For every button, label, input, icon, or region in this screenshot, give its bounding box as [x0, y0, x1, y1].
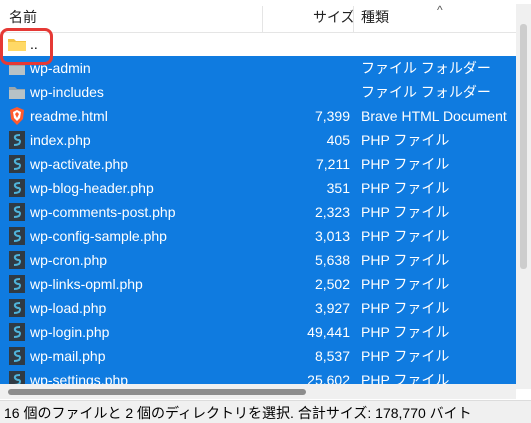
php-file-icon — [8, 178, 26, 198]
file-type: Brave HTML Document — [361, 108, 507, 124]
file-row[interactable]: wp-login.php 49,441 PHP ファイル — [0, 320, 516, 344]
file-type: PHP ファイル — [361, 156, 450, 172]
file-row[interactable]: wp-blog-header.php 351 PHP ファイル — [0, 176, 516, 200]
file-type: PHP ファイル — [361, 300, 450, 316]
file-row[interactable]: wp-activate.php 7,211 PHP ファイル — [0, 152, 516, 176]
file-name: wp-load.php — [30, 300, 107, 316]
file-name: wp-links-opml.php — [30, 276, 143, 292]
status-text: 16 個のファイルと 2 個のディレクトリを選択. 合計サイズ: 178,770… — [4, 405, 472, 421]
file-name: wp-cron.php — [30, 252, 108, 268]
file-name: index.php — [30, 132, 91, 148]
file-name: wp-activate.php — [30, 156, 129, 172]
file-type: PHP ファイル — [361, 372, 450, 384]
brave-html-icon — [8, 106, 26, 126]
php-file-icon — [8, 226, 26, 246]
file-type: PHP ファイル — [361, 132, 450, 148]
php-file-icon — [8, 346, 26, 366]
parent-directory-row[interactable]: .. — [0, 32, 516, 56]
file-row[interactable]: wp-admin ファイル フォルダー — [0, 56, 516, 80]
file-row[interactable]: wp-load.php 3,927 PHP ファイル — [0, 296, 516, 320]
file-size: 8,537 — [314, 348, 350, 364]
php-file-icon — [8, 298, 26, 318]
file-name: wp-includes — [30, 84, 104, 100]
horizontal-scroll-thumb[interactable] — [8, 389, 306, 395]
file-row[interactable]: wp-links-opml.php 2,502 PHP ファイル — [0, 272, 516, 296]
file-name: readme.html — [30, 108, 108, 124]
file-size: 25,602 — [307, 372, 350, 384]
file-size: 49,441 — [307, 324, 350, 340]
file-row[interactable]: wp-includes ファイル フォルダー — [0, 80, 516, 104]
file-type: PHP ファイル — [361, 276, 450, 292]
file-type: ファイル フォルダー — [361, 84, 491, 100]
file-row[interactable]: index.php 405 PHP ファイル — [0, 128, 516, 152]
file-row[interactable]: wp-settings.php 25,602 PHP ファイル — [0, 368, 516, 384]
column-type-header[interactable]: 種類 — [361, 4, 389, 32]
column-divider[interactable] — [353, 6, 354, 32]
php-file-icon — [8, 274, 26, 294]
file-size: 3,013 — [314, 228, 350, 244]
column-header: 名前 サイズ 種類 ^ — [0, 3, 516, 33]
file-row[interactable]: wp-comments-post.php 2,323 PHP ファイル — [0, 200, 516, 224]
sort-ascending-icon: ^ — [437, 3, 443, 17]
file-type: PHP ファイル — [361, 348, 450, 364]
php-file-icon — [8, 322, 26, 342]
php-file-icon — [8, 250, 26, 270]
file-list: .. wp-admin ファイル フォルダー wp-includes ファイル フォル… — [0, 32, 516, 384]
file-size: 7,399 — [314, 108, 350, 124]
file-name: wp-comments-post.php — [30, 204, 176, 220]
vertical-scroll-thumb[interactable] — [520, 24, 527, 269]
file-type: PHP ファイル — [361, 204, 450, 220]
file-type: PHP ファイル — [361, 324, 450, 340]
column-size-header[interactable]: サイズ — [313, 4, 355, 32]
file-size: 7,211 — [316, 156, 350, 172]
column-divider[interactable] — [262, 6, 263, 32]
file-size: 5,638 — [314, 252, 350, 268]
file-size: 405 — [326, 132, 350, 148]
file-row[interactable]: readme.html 7,399 Brave HTML Document — [0, 104, 516, 128]
folder-gray-icon — [8, 82, 26, 102]
highlight-box — [0, 28, 53, 65]
file-size — [262, 80, 350, 104]
file-type: PHP ファイル — [361, 180, 450, 196]
php-file-icon — [8, 130, 26, 150]
file-name: wp-login.php — [30, 324, 110, 340]
file-row[interactable]: wp-cron.php 5,638 PHP ファイル — [0, 248, 516, 272]
file-name: wp-mail.php — [30, 348, 106, 364]
file-row[interactable]: wp-mail.php 8,537 PHP ファイル — [0, 344, 516, 368]
file-size: 2,502 — [314, 276, 350, 292]
file-type: PHP ファイル — [361, 252, 450, 268]
file-size: 3,927 — [314, 300, 350, 316]
file-name: wp-config-sample.php — [30, 228, 167, 244]
file-type: PHP ファイル — [361, 228, 450, 244]
file-size: 351 — [326, 180, 350, 196]
file-size: 2,323 — [314, 204, 350, 220]
file-type: ファイル フォルダー — [361, 60, 491, 76]
file-size — [262, 56, 350, 80]
status-bar: 16 個のファイルと 2 個のディレクトリを選択. 合計サイズ: 178,770… — [0, 400, 531, 423]
php-file-icon — [8, 202, 26, 222]
file-row[interactable]: wp-config-sample.php 3,013 PHP ファイル — [0, 224, 516, 248]
file-name: wp-settings.php — [30, 372, 129, 384]
php-file-icon — [8, 154, 26, 174]
file-name: wp-blog-header.php — [30, 180, 154, 196]
php-file-icon — [8, 370, 26, 384]
